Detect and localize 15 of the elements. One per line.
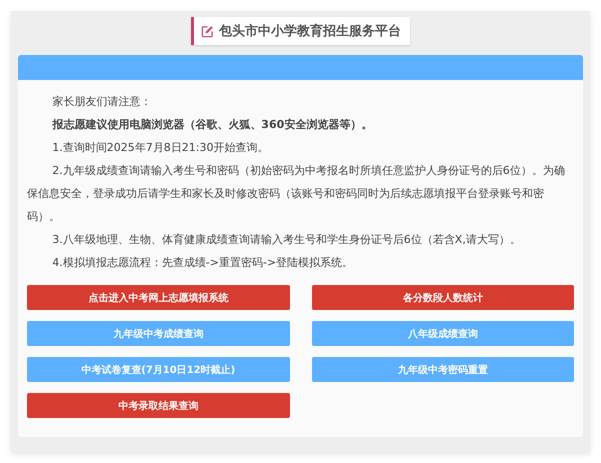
notice-text: 2.九年级成绩查询请输入考生号和密码（初始密码为中考报名时所填任意监护人身份证号的后6位）。为确保信息安全，登录成功后请学生和家长及时修改密码（该账号和密码同时为后续志愿填报平台登录账号和密码）。 [27,163,566,225]
notice-text: 1.查询时间2025年7月8日21:30开始查询。 [51,140,270,156]
link-button[interactable]: 点击进入中考网上志愿填报系统 [27,285,290,310]
link-button[interactable]: 八年级成绩查询 [312,321,574,346]
link-button[interactable]: 中考录取结果查询 [27,393,290,418]
link-button[interactable]: 九年级中考成绩查询 [27,321,290,346]
site-title: 包头市中小学教育招生服务平台 [219,22,401,40]
notice-text: 4.模拟填报志愿流程：先查成绩->重置密码->登陆模拟系统。 [51,255,354,271]
notice-text: 家长朋友们请注意： [51,94,152,110]
link-button[interactable]: 中考试卷复查(7月10日12时截止) [27,357,290,382]
notice-text: 报志愿建议使用电脑浏览器（谷歌、火狐、360安全浏览器等）。 [51,117,374,133]
link-button[interactable]: 各分数段人数统计 [312,285,574,310]
edit-icon [201,24,214,38]
link-button[interactable]: 九年级中考密码重置 [312,357,574,382]
notice-text: 3.八年级地理、生物、体育健康成绩查询请输入考生号和学生身份证号后6位（若含X,请大写）。 [51,232,522,248]
